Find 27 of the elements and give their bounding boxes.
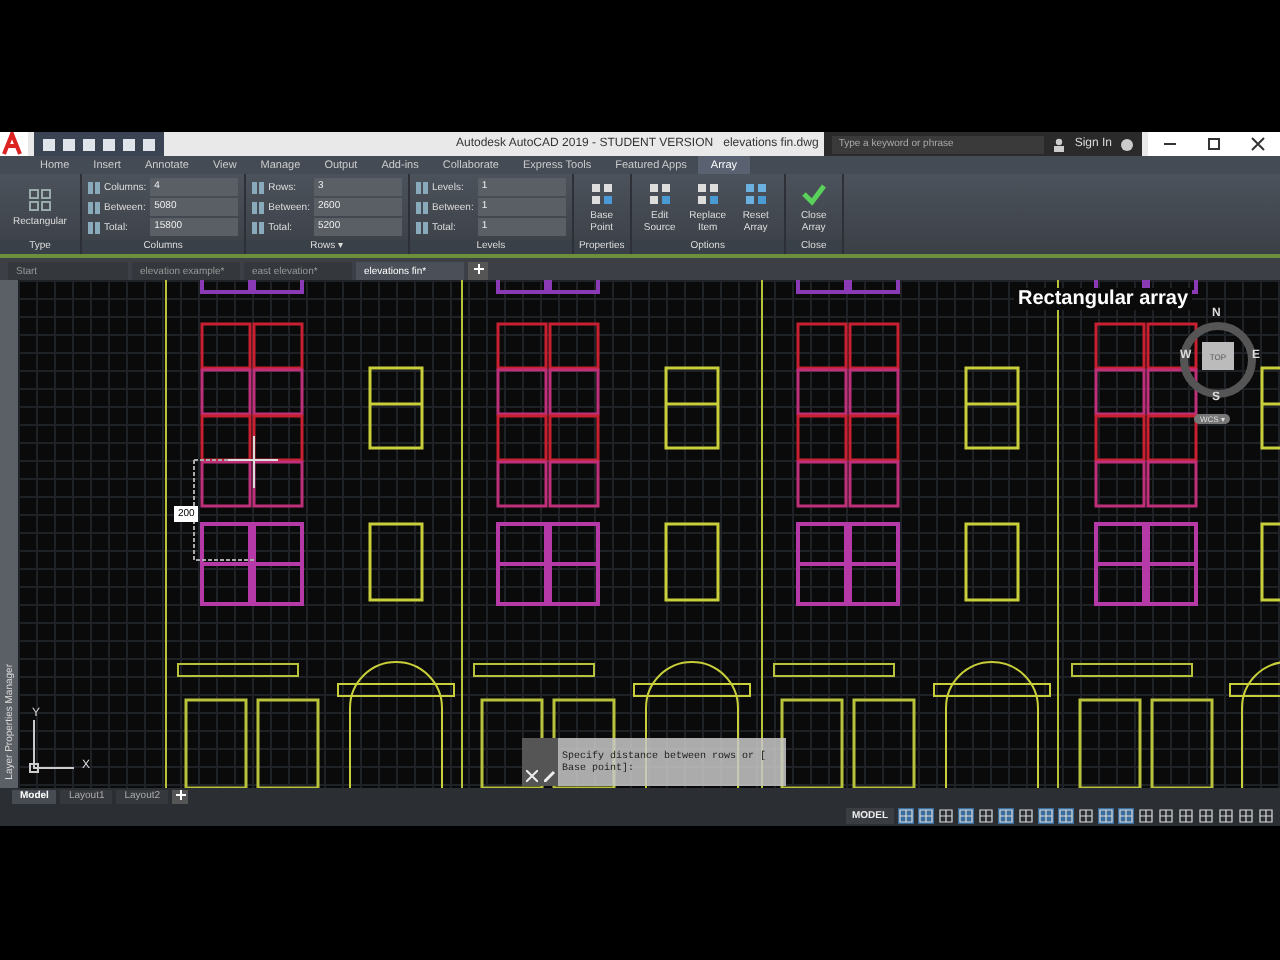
status-toggle-icon[interactable] [1018,807,1034,823]
status-toggle-icon[interactable] [1138,807,1154,823]
status-toggle-icon[interactable] [958,807,974,823]
status-toggle-icon[interactable] [1178,807,1194,823]
status-toggle-icon[interactable] [1158,807,1174,823]
status-toggle-icon[interactable] [1258,807,1274,823]
add-layout-button[interactable] [172,789,189,803]
status-toggle-icon[interactable] [1198,807,1214,823]
status-toggle-icon[interactable] [1038,807,1054,823]
status-toggle-icon[interactable] [898,807,914,823]
status-toggle-icon[interactable] [938,807,954,823]
status-toggle-icon[interactable] [1078,807,1094,823]
app-logo-icon[interactable] [0,132,28,156]
status-toggle-icon[interactable] [1238,807,1254,823]
add-tab-button[interactable] [468,262,488,280]
status-toggle-icon[interactable] [998,807,1014,823]
close-icon[interactable] [525,770,537,782]
status-toggle-icon[interactable] [1098,807,1114,823]
status-toggle-icon[interactable] [1058,807,1074,823]
status-toggle-icon[interactable] [1118,807,1134,823]
status-toggle-icon[interactable] [918,807,934,823]
user-icon [1052,137,1067,151]
status-toggle-icon[interactable] [1218,807,1234,823]
compass-ring-icon [1178,320,1258,400]
overlay-title: Rectangular array [1014,288,1193,310]
checkmark-icon [799,180,828,208]
status-toggle-icon[interactable] [978,807,994,823]
